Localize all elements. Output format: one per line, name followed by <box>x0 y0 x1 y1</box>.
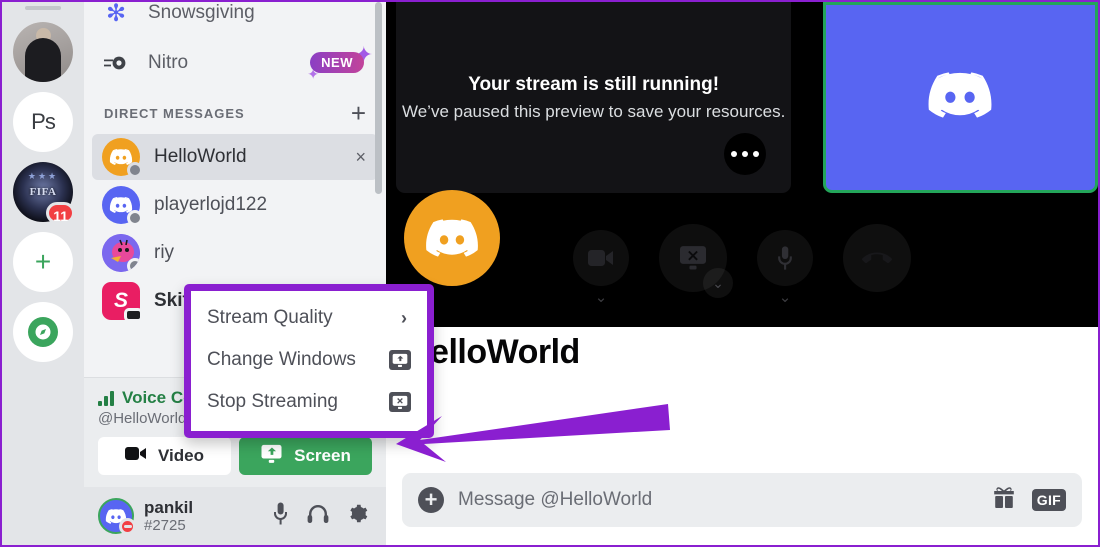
stream-context-menu[interactable]: Stream Quality › Change Windows Stop Str… <box>184 284 434 438</box>
tile-more-options-button[interactable] <box>724 133 767 175</box>
list-item-label: playerlojd122 <box>154 194 268 215</box>
compass-icon <box>28 317 58 347</box>
chevron-right-icon: › <box>401 307 407 328</box>
user-controls <box>272 502 372 530</box>
menu-item-label: Change Windows <box>207 349 356 370</box>
rail-drag-handle <box>25 6 61 10</box>
add-attachment-icon[interactable] <box>418 487 444 513</box>
screen-share-icon <box>389 350 411 370</box>
microphone-icon[interactable] <box>757 230 813 286</box>
gif-icon[interactable]: GIF <box>1031 489 1066 511</box>
menu-item-label: Stop Streaming <box>207 391 338 412</box>
chat-panel: HelloWorld Message @HelloWorld GIF <box>386 190 1098 545</box>
video-button-label: Video <box>158 446 204 465</box>
main-content: Your stream is still running! We’ve paus… <box>386 2 1098 545</box>
snowflake-icon: ✻ <box>105 2 127 27</box>
hangup-call-icon[interactable] <box>843 224 911 292</box>
list-item[interactable]: HelloWorld × <box>92 134 378 180</box>
stream-paused-heading: Your stream is still running! <box>468 73 720 95</box>
close-icon[interactable]: × <box>355 147 368 168</box>
status-indicator <box>127 258 140 272</box>
status-indicator <box>127 210 143 226</box>
chevron-down-icon[interactable]: ⌄ <box>595 288 608 306</box>
plus-icon: + <box>34 246 52 277</box>
voice-actions: Video Screen <box>98 437 372 475</box>
search-input[interactable]: Message @HelloWorld <box>458 489 978 511</box>
menu-item-stop-streaming[interactable]: Stop Streaming <box>191 381 427 423</box>
video-status-icon <box>124 308 143 322</box>
chevron-down-icon[interactable]: ⌄ <box>779 288 792 306</box>
avatar[interactable] <box>98 498 136 535</box>
server-rail: Ps ★★★ FIFA 11 + <box>2 2 84 545</box>
status-badge: NEW <box>310 52 364 73</box>
sidebar-item-label: Snowsgiving <box>148 2 255 23</box>
avatar <box>102 186 143 226</box>
discord-window: Ps ★★★ FIFA 11 + ✻ Snowsgiving Nitro ✦ ✦… <box>0 0 1100 547</box>
microphone-icon[interactable] <box>272 502 289 530</box>
sidebar-item-nitro[interactable]: Nitro ✦ ✦ NEW <box>92 38 378 88</box>
menu-item-change-windows[interactable]: Change Windows <box>191 339 427 381</box>
nitro-icon <box>102 53 130 73</box>
user-identity: pankil #2725 <box>144 498 262 535</box>
status-indicator <box>127 162 143 178</box>
signal-bars-icon <box>98 390 114 406</box>
fifa-stars-icon: ★★★ <box>27 171 59 181</box>
server-fifa-label: FIFA <box>29 186 57 198</box>
composer-actions: GIF <box>992 486 1066 514</box>
direct-messages-label: DIRECT MESSAGES <box>104 105 245 121</box>
notification-badge: 11 <box>46 202 75 224</box>
list-item[interactable]: playerlojd122 <box>92 182 378 228</box>
sidebar-item-server-fifa[interactable]: ★★★ FIFA 11 <box>13 162 75 224</box>
list-item-label: HelloWorld <box>154 146 247 167</box>
video-control[interactable]: ⌄ <box>573 230 629 306</box>
microphone-control[interactable]: ⌄ <box>757 230 813 306</box>
discord-logo-icon <box>926 69 994 126</box>
sidebar-item-snowsgiving[interactable]: ✻ Snowsgiving <box>92 2 378 38</box>
chevron-down-icon[interactable]: ⌄ <box>703 268 733 298</box>
participant-tiles: Your stream is still running! We’ve paus… <box>386 2 1098 198</box>
sidebar-item-label: Nitro <box>148 52 189 73</box>
screenshare-control[interactable]: ⌄ <box>659 224 733 298</box>
video-camera-icon[interactable] <box>573 230 629 286</box>
screen-button-label: Screen <box>294 446 351 465</box>
username-label: pankil <box>144 497 194 517</box>
message-composer[interactable]: Message @HelloWorld GIF <box>402 473 1082 527</box>
avatar <box>102 234 140 272</box>
avatar: S <box>102 282 143 322</box>
video-camera-icon <box>125 446 147 466</box>
add-server-button[interactable]: + <box>13 232 73 292</box>
stream-paused-subtext: We’ve paused this preview to save your r… <box>401 101 786 121</box>
page-title: HelloWorld <box>406 333 580 371</box>
sidebar-item-user-avatar-server[interactable] <box>13 22 73 82</box>
self-video-tile[interactable] <box>822 2 1098 193</box>
user-panel: pankil #2725 <box>84 487 386 545</box>
menu-item-label: Stream Quality <box>207 307 333 328</box>
dm-sidebar: ✻ Snowsgiving Nitro ✦ ✦ NEW DIRECT MESSA… <box>84 2 386 545</box>
list-item-label: riy <box>154 242 175 263</box>
direct-messages-header: DIRECT MESSAGES + <box>84 88 386 132</box>
screen-share-icon <box>260 444 283 469</box>
scrollbar-thumb[interactable] <box>375 2 382 194</box>
screen-button[interactable]: Screen <box>239 437 372 475</box>
create-dm-button[interactable]: + <box>351 100 366 126</box>
headphones-icon[interactable] <box>307 504 329 529</box>
menu-item-stream-quality[interactable]: Stream Quality › <box>191 297 427 339</box>
settings-gear-icon[interactable] <box>347 503 368 529</box>
avatar <box>102 138 143 178</box>
list-item[interactable]: riy <box>92 230 378 276</box>
sidebar-item-server-ps[interactable]: Ps <box>13 92 73 152</box>
hangup-control[interactable] <box>843 224 911 292</box>
dm-header-avatar <box>404 190 500 286</box>
stop-share-icon <box>389 392 411 412</box>
explore-servers-button[interactable] <box>13 302 73 362</box>
user-tag-label: #2725 <box>144 517 186 535</box>
stream-preview-tile[interactable]: Your stream is still running! We’ve paus… <box>396 2 792 193</box>
dnd-status-icon <box>119 518 136 535</box>
voice-status-label: Voice Co <box>122 388 194 407</box>
avatar <box>13 22 73 82</box>
gift-icon[interactable] <box>992 486 1016 514</box>
server-ps-label: Ps <box>31 109 56 134</box>
video-button[interactable]: Video <box>98 437 231 475</box>
call-view: Your stream is still running! We’ve paus… <box>386 2 1098 327</box>
